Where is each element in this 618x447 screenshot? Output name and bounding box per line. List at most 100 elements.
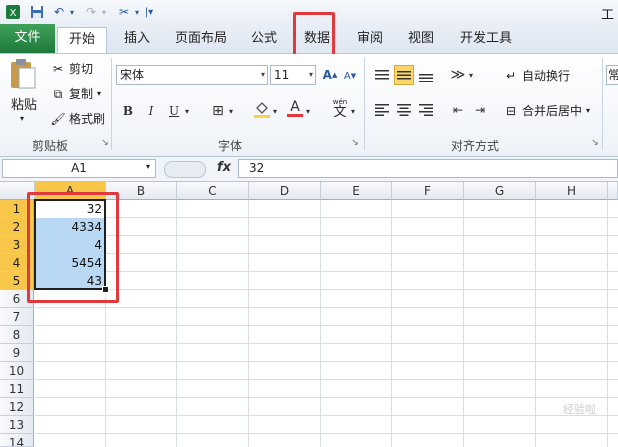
tab-review[interactable]: 审阅 xyxy=(352,27,388,52)
alignment-launcher-icon[interactable]: ↘ xyxy=(590,138,600,148)
grow-font-icon: A xyxy=(322,68,332,82)
gridline xyxy=(35,235,618,236)
underline-button[interactable]: U xyxy=(164,101,184,121)
orientation-icon[interactable]: ≫ xyxy=(448,65,468,85)
row-header-9[interactable]: 9 xyxy=(0,344,34,362)
gridline xyxy=(391,200,392,447)
fill-color-dropdown-icon[interactable]: ▾ xyxy=(270,101,280,121)
align-bottom-icon[interactable] xyxy=(416,66,436,86)
decrease-indent-icon[interactable]: ⇤ xyxy=(448,100,468,120)
borders-dropdown-icon[interactable]: ▾ xyxy=(226,101,236,121)
copy-dropdown-icon[interactable]: ▾ xyxy=(97,89,101,98)
row-header-7[interactable]: 7 xyxy=(0,308,34,326)
font-name-combo[interactable]: 宋体 ▾ xyxy=(116,65,268,85)
borders-icon[interactable]: ⊞ xyxy=(208,101,228,121)
save-icon[interactable] xyxy=(28,3,46,21)
gridline xyxy=(35,415,618,416)
cut-button[interactable]: ✂ 剪切 xyxy=(50,60,93,77)
gridline xyxy=(35,361,618,362)
font-name-value: 宋体 xyxy=(120,68,145,82)
tab-insert[interactable]: 插入 xyxy=(118,27,156,52)
formula-bar-splitter[interactable] xyxy=(164,161,206,178)
font-launcher-icon[interactable]: ↘ xyxy=(350,138,360,148)
insert-function-icon[interactable]: fx xyxy=(217,160,231,175)
gridline xyxy=(35,307,618,308)
increase-indent-icon[interactable]: ⇥ xyxy=(470,100,490,120)
undo-dropdown-icon[interactable]: ▾ xyxy=(63,3,81,21)
align-center-icon[interactable] xyxy=(394,100,414,120)
merge-center-label: 合并后居中 xyxy=(522,104,583,118)
column-header-h[interactable]: H xyxy=(536,182,608,200)
font-size-combo[interactable]: 11 ▾ xyxy=(270,65,316,85)
paste-button[interactable] xyxy=(6,58,40,93)
excel-logo-icon[interactable]: X xyxy=(4,3,22,21)
row-header-14[interactable]: 14 xyxy=(0,434,34,447)
font-name-dropdown-icon: ▾ xyxy=(260,70,265,79)
number-format-combo[interactable]: 常 xyxy=(606,65,618,85)
gridline xyxy=(35,343,618,344)
format-painter-label: 格式刷 xyxy=(69,112,106,126)
formula-input[interactable]: 32 xyxy=(238,159,618,178)
column-header-c[interactable]: C xyxy=(177,182,249,200)
phonetic-dropdown-icon[interactable]: ▾ xyxy=(348,101,358,121)
tab-page-layout[interactable]: 页面布局 xyxy=(170,27,232,52)
orientation-dropdown-icon[interactable]: ▾ xyxy=(466,65,476,85)
brush-icon: 🖌 xyxy=(50,111,66,126)
gridline xyxy=(607,200,608,447)
formula-bar: A1 ▾ fx 32 xyxy=(0,157,618,182)
bold-button[interactable]: B xyxy=(118,101,138,121)
redo-dropdown-icon[interactable]: ▾ xyxy=(95,3,113,21)
copy-icon: ⧉ xyxy=(53,86,63,101)
grow-font-button[interactable]: A ▲ xyxy=(320,65,340,85)
name-box[interactable]: A1 xyxy=(2,159,156,178)
tab-developer[interactable]: 开发工具 xyxy=(455,27,517,52)
format-painter-button[interactable]: 🖌 格式刷 xyxy=(50,110,105,127)
column-header-partial[interactable] xyxy=(608,182,618,200)
gridline xyxy=(320,200,321,447)
tab-file[interactable]: 文件 xyxy=(0,24,55,53)
shrink-font-button[interactable]: A ▼ xyxy=(340,66,360,86)
font-color-button[interactable]: A xyxy=(285,98,305,118)
ribbon: 粘贴 ▾ ✂ 剪切 ⧉ 复制 ▾ 🖌 格式刷 剪贴板 ↘ 宋体 ▾ 11 ▾ A ▲ A ▼ B… xyxy=(0,54,618,157)
column-header-g[interactable]: G xyxy=(464,182,536,200)
clipboard-launcher-icon[interactable]: ↘ xyxy=(100,138,110,148)
font-color-dropdown-icon[interactable]: ▾ xyxy=(303,101,313,121)
paste-label: 粘贴 xyxy=(11,98,38,113)
merge-center-button[interactable]: ⊟ 合并后居中 ▾ xyxy=(503,102,590,119)
group-divider xyxy=(602,58,603,150)
row-header-8[interactable]: 8 xyxy=(0,326,34,344)
row-header-10[interactable]: 10 xyxy=(0,362,34,380)
paste-dropdown-icon[interactable]: ▾ xyxy=(20,114,24,123)
fill-color-icon[interactable] xyxy=(252,99,272,119)
clipboard-icon xyxy=(8,58,38,93)
column-header-e[interactable]: E xyxy=(321,182,392,200)
gridline xyxy=(35,253,618,254)
customize-qat-icon[interactable]: |▾ xyxy=(140,3,158,21)
gridline xyxy=(463,200,464,447)
gridline xyxy=(176,200,177,447)
gridline xyxy=(35,217,618,218)
align-middle-icon[interactable] xyxy=(394,65,414,85)
italic-button[interactable]: I xyxy=(141,101,161,121)
wrap-text-button[interactable]: ↵ 自动换行 xyxy=(503,67,570,84)
underline-dropdown-icon[interactable]: ▾ xyxy=(182,101,192,121)
copy-label: 复制 xyxy=(69,87,94,101)
row-header-13[interactable]: 13 xyxy=(0,416,34,434)
scissors-icon: ✂ xyxy=(52,61,64,76)
gridline xyxy=(35,397,618,398)
row-header-12[interactable]: 12 xyxy=(0,398,34,416)
align-top-icon[interactable] xyxy=(372,66,392,86)
tab-view[interactable]: 视图 xyxy=(403,27,439,52)
tab-formulas[interactable]: 公式 xyxy=(246,27,282,52)
shrink-font-icon: A xyxy=(343,70,351,82)
gridline xyxy=(35,289,618,290)
align-right-icon[interactable] xyxy=(416,100,436,120)
name-box-dropdown-icon[interactable]: ▾ xyxy=(146,162,150,171)
row-header-11[interactable]: 11 xyxy=(0,380,34,398)
copy-button[interactable]: ⧉ 复制 ▾ xyxy=(50,85,101,102)
column-header-d[interactable]: D xyxy=(249,182,321,200)
column-header-f[interactable]: F xyxy=(392,182,464,200)
merge-dropdown-icon[interactable]: ▾ xyxy=(586,106,590,115)
tab-home[interactable]: 开始 xyxy=(57,27,107,53)
align-left-icon[interactable] xyxy=(372,100,392,120)
